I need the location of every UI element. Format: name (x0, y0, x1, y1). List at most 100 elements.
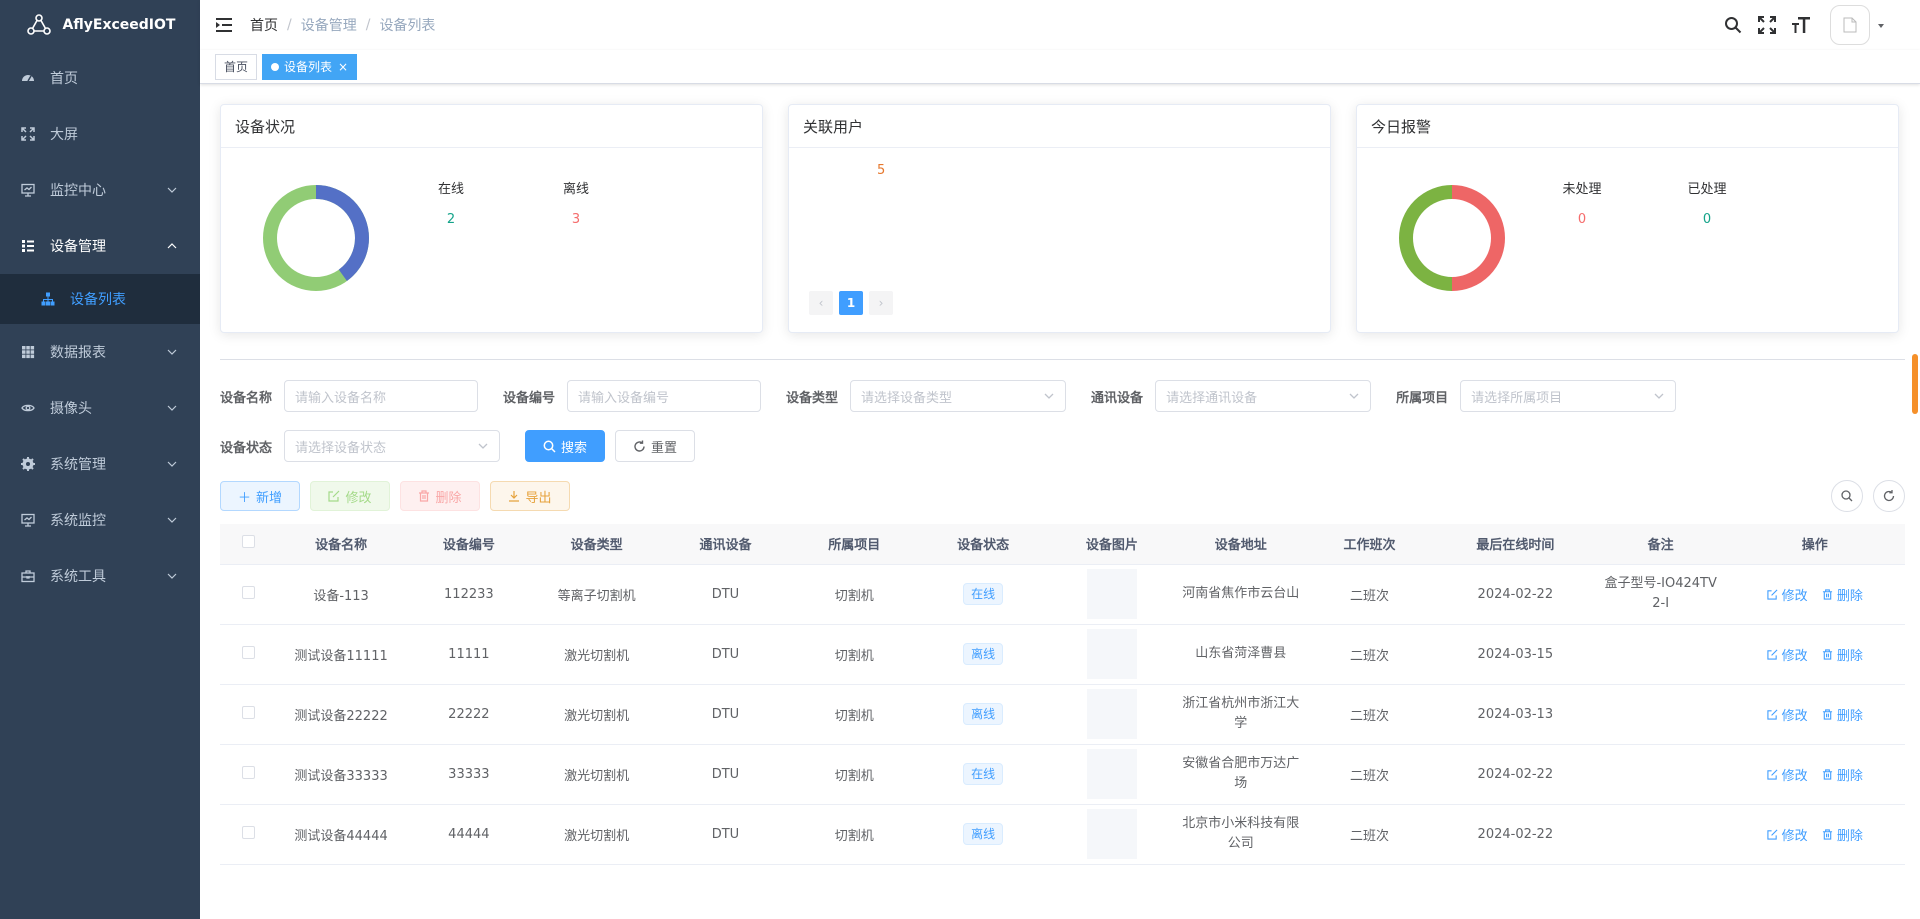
cell-project: 切割机 (789, 624, 919, 685)
hamburger-icon[interactable] (200, 0, 250, 50)
row-checkbox-cell[interactable] (220, 804, 277, 865)
checkbox[interactable] (241, 585, 255, 599)
sidebar-item-data-report[interactable]: 数据报表 (0, 324, 200, 380)
row-delete-link[interactable]: 删除 (1822, 645, 1863, 664)
row-edit-link[interactable]: 修改 (1767, 825, 1808, 844)
main-content: 设备状况 在线 2 离线 3 关联用户 5 ‹ 1 › 今日报警 未处理 0 已… (200, 84, 1920, 919)
cell-last-online: 2024-02-22 (1433, 804, 1597, 865)
row-edit-link[interactable]: 修改 (1767, 645, 1808, 664)
comm-device-select[interactable]: 请选择通讯设备 (1155, 380, 1372, 412)
row-edit-label: 修改 (1781, 768, 1808, 784)
cell-actions: 修改 删除 (1724, 624, 1905, 685)
row-edit-label: 修改 (1781, 588, 1808, 604)
tag-device-list[interactable]: 设备列表 × (262, 53, 358, 80)
row-edit-link[interactable]: 修改 (1767, 585, 1808, 604)
edit-button[interactable]: 修改 (310, 481, 390, 511)
row-delete-link[interactable]: 删除 (1822, 765, 1863, 784)
sidebar-item-system-management[interactable]: 系统管理 (0, 436, 200, 492)
toggle-search-button[interactable] (1831, 480, 1863, 512)
sidebar-item-camera[interactable]: 摄像头 (0, 380, 200, 436)
refresh-table-button[interactable] (1873, 480, 1905, 512)
scrollbar-thumb[interactable] (1912, 354, 1918, 414)
page-number[interactable]: 1 (839, 291, 863, 315)
sidebar-item-device-management[interactable]: 设备管理 (0, 218, 200, 274)
row-delete-link[interactable]: 删除 (1822, 705, 1863, 724)
add-button[interactable]: ＋ 新增 (220, 481, 300, 511)
row-edit-link[interactable]: 修改 (1767, 765, 1808, 784)
delete-button[interactable]: 删除 (400, 481, 480, 511)
download-icon (509, 491, 520, 502)
filter-device-name: 设备名称 请输入设备名称 (220, 380, 479, 412)
refresh-icon (634, 440, 645, 452)
column-header: 工作班次 (1305, 524, 1434, 565)
row-delete-link[interactable]: 删除 (1822, 585, 1863, 604)
cell-address: 安徽省合肥市万达广场 (1176, 744, 1306, 805)
fullscreen-icon[interactable] (1750, 0, 1784, 50)
avatar[interactable] (1830, 5, 1870, 45)
search-icon[interactable] (1716, 0, 1750, 50)
row-delete-label: 删除 (1836, 588, 1863, 604)
pending-value: 0 (1577, 212, 1587, 227)
checkbox[interactable] (241, 645, 255, 659)
cell-name: 设备-113 (276, 564, 406, 625)
breadcrumb-device-management[interactable]: 设备管理 (301, 15, 357, 35)
next-page-button[interactable]: › (869, 291, 893, 315)
search-form-row-2: 设备状态 请选择设备状态 搜索 重置 (220, 430, 1905, 462)
table-row[interactable]: 测试设备22222 22222 激光切割机 DTU 切割机 离线 浙江省杭州市浙江大学 二班次… (220, 684, 1905, 745)
checkbox[interactable] (241, 825, 255, 839)
table-row[interactable]: 测试设备11111 11111 激光切割机 DTU 切割机 离线 山东省菏泽曹县 二班次 202… (220, 624, 1905, 685)
sidebar-item-system-monitor[interactable]: 系统监控 (0, 492, 200, 548)
cell-type: 激光切割机 (532, 624, 662, 685)
sidebar-item-monitor-center[interactable]: 监控中心 (0, 162, 200, 218)
checkbox[interactable] (241, 535, 255, 549)
device-image-placeholder[interactable] (1086, 809, 1137, 859)
sidebar-item-bigscreen[interactable]: 大屏 (0, 106, 200, 162)
sidebar-item-home[interactable]: 首页 (0, 50, 200, 106)
breadcrumb-home[interactable]: 首页 (250, 15, 278, 35)
donut-pending-segment (1451, 185, 1505, 291)
row-checkbox-cell[interactable] (220, 624, 277, 685)
search-button[interactable]: 搜索 (525, 430, 606, 462)
row-checkbox-cell[interactable] (220, 684, 277, 745)
sidebar-item-system-tools[interactable]: 系统工具 (0, 548, 200, 604)
chevron-down-icon (167, 461, 177, 467)
device-type-select[interactable]: 请选择设备类型 (850, 380, 1067, 412)
device-code-input[interactable]: 请输入设备编号 (567, 380, 762, 412)
row-delete-link[interactable]: 删除 (1822, 825, 1863, 844)
done-label: 已处理 (1687, 182, 1727, 197)
font-size-icon[interactable] (1784, 0, 1818, 50)
alarms-donut (1399, 185, 1505, 291)
app-logo[interactable]: AflyExceedIOT (0, 0, 200, 50)
device-status-select[interactable]: 请选择设备状态 (284, 430, 501, 462)
sidebar-item-device-list[interactable]: 设备列表 (0, 274, 200, 324)
cell-remark (1596, 744, 1725, 805)
checkbox[interactable] (241, 705, 255, 719)
table-row[interactable]: 设备-113 112233 等离子切割机 DTU 切割机 在线 河南省焦作市云台山 二班次 20… (220, 564, 1905, 625)
cell-address: 北京市小米科技有限公司 (1176, 804, 1306, 865)
project-select[interactable]: 请选择所属项目 (1460, 380, 1677, 412)
filter-label: 设备状态 (220, 440, 273, 456)
row-checkbox-cell[interactable] (220, 744, 277, 805)
reset-button[interactable]: 重置 (615, 430, 696, 462)
row-checkbox-cell[interactable] (220, 564, 277, 625)
table-row[interactable]: 测试设备44444 44444 激光切割机 DTU 切割机 离线 北京市小米科技有限公司 二班… (220, 804, 1905, 865)
page-scrollbar[interactable] (1912, 84, 1918, 814)
filter-project: 所属项目 请选择所属项目 (1396, 380, 1677, 412)
caret-down-icon[interactable] (1876, 20, 1896, 30)
row-edit-link[interactable]: 修改 (1767, 705, 1808, 724)
device-name-input[interactable]: 请输入设备名称 (284, 380, 479, 412)
close-icon[interactable]: × (338, 55, 348, 79)
select-all-checkbox-cell[interactable] (220, 524, 277, 565)
card-title: 设备状况 (221, 105, 762, 148)
device-image-placeholder[interactable] (1086, 569, 1137, 619)
export-button[interactable]: 导出 (490, 481, 570, 511)
sidebar-item-label: 首页 (50, 71, 78, 87)
checkbox[interactable] (241, 765, 255, 779)
tag-home[interactable]: 首页 (215, 53, 258, 80)
prev-page-button[interactable]: ‹ (809, 291, 833, 315)
device-image-placeholder[interactable] (1086, 689, 1137, 739)
device-image-placeholder[interactable] (1086, 629, 1137, 679)
online-stat: 在线 2 (421, 178, 481, 227)
table-row[interactable]: 测试设备33333 33333 激光切割机 DTU 切割机 在线 安徽省合肥市万达广场 二班次… (220, 744, 1905, 805)
device-image-placeholder[interactable] (1086, 749, 1137, 799)
